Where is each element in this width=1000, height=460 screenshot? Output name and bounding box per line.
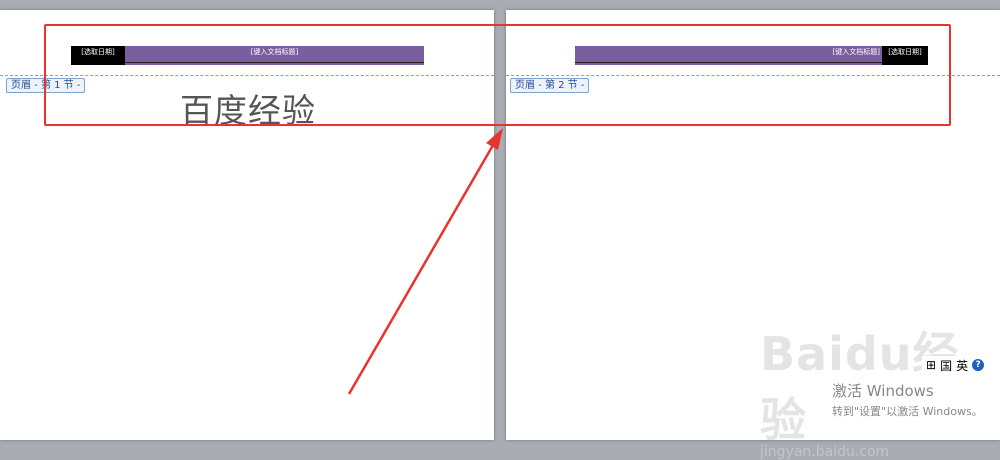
windows-activation-notice: 激活 Windows 转到"设置"以激活 Windows。 [832, 380, 983, 419]
activation-title: 激活 Windows [832, 382, 934, 400]
ime-language-label[interactable]: 英 [956, 357, 968, 374]
activation-subtitle: 转到"设置"以激活 Windows。 [832, 405, 983, 418]
ime-toolbar[interactable]: ⊞ 国 英 ? [922, 356, 989, 374]
ime-chinese-icon[interactable]: 国 [940, 357, 952, 374]
baidu-url: jingyan.baidu.com [760, 444, 890, 460]
ime-mode-icon[interactable]: ⊞ [926, 358, 936, 372]
help-icon[interactable]: ? [972, 359, 985, 371]
